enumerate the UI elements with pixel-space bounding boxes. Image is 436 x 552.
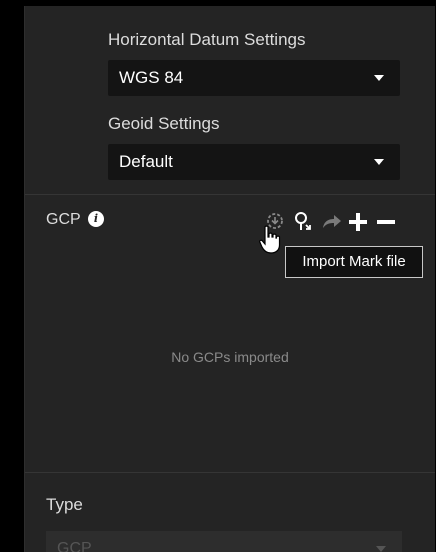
hand-cursor-icon (259, 225, 281, 254)
horizontal-datum-select[interactable]: WGS 84 (108, 60, 400, 96)
add-icon[interactable] (347, 211, 369, 233)
chevron-down-icon (374, 159, 384, 165)
redo-arrow-icon[interactable] (320, 211, 342, 233)
remove-icon[interactable] (375, 211, 397, 233)
section-divider (25, 472, 435, 473)
tooltip: Import Mark file (285, 246, 423, 278)
geoid-settings-label: Geoid Settings (108, 114, 220, 133)
type-select[interactable]: GCP (46, 531, 402, 552)
type-label: Type (46, 495, 83, 514)
chevron-down-icon (374, 75, 384, 81)
info-icon[interactable]: i (88, 211, 104, 227)
gcp-section-title: GCP (46, 211, 81, 228)
section-divider (25, 194, 435, 195)
geoid-value: Default (119, 152, 173, 171)
horizontal-datum-value: WGS 84 (119, 68, 184, 87)
type-value: GCP (57, 540, 92, 552)
locate-pin-icon[interactable] (293, 211, 315, 233)
geoid-select[interactable]: Default (108, 144, 400, 180)
empty-state-message: No GCPs imported (171, 349, 289, 365)
horizontal-datum-label: Horizontal Datum Settings (108, 30, 306, 49)
gcp-settings-panel: Horizontal Datum Settings WGS 84 Geoid S… (24, 6, 435, 552)
chevron-down-icon (376, 546, 386, 552)
